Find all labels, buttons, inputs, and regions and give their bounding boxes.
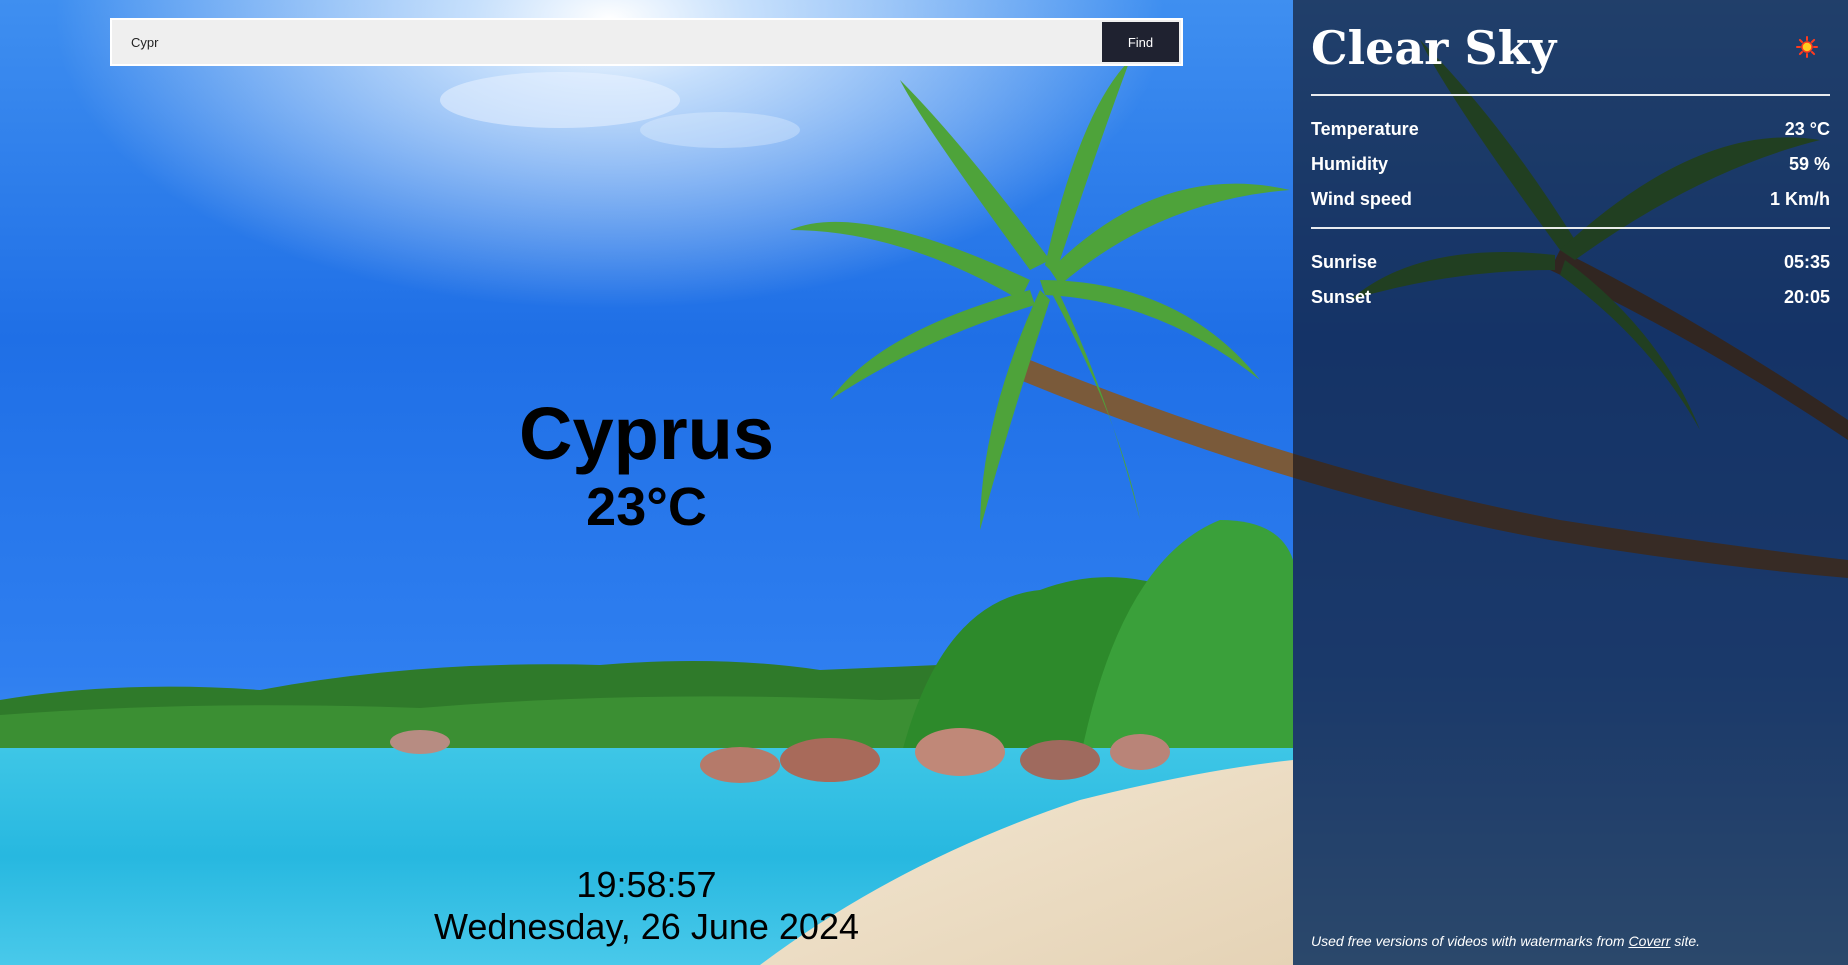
search-bar: Find xyxy=(110,18,1183,66)
sun-icon xyxy=(1796,36,1818,58)
city-name: Cyprus xyxy=(519,392,774,475)
stat-wind-speed: Wind speed 1 Km/h xyxy=(1311,182,1830,217)
stat-label: Humidity xyxy=(1311,154,1389,174)
stat-label: Sunrise xyxy=(1311,252,1378,272)
clock-time: 19:58:57 xyxy=(576,864,717,905)
stat-temperature: Temperature 23 °C xyxy=(1311,112,1830,147)
footnote-prefix: Used free versions of videos with waterm… xyxy=(1311,933,1629,949)
clock-date: Wednesday, 26 June 2024 xyxy=(434,906,859,947)
weather-details-panel: Clear Sky Temperature 23 °C Humidity 59 … xyxy=(1293,0,1848,965)
weather-stats: Temperature 23 °C Humidity 59 % Wind spe… xyxy=(1311,96,1830,229)
coverr-link[interactable]: Coverr xyxy=(1628,933,1670,949)
stat-value: 23 °C xyxy=(1784,119,1830,139)
clock: 19:58:57 Wednesday, 26 June 2024 xyxy=(0,864,1293,948)
panel-header: Clear Sky xyxy=(1311,0,1830,96)
weather-app: Find Cyprus 23°C 19:58:57 Wednesday, 26 … xyxy=(0,0,1848,965)
stat-label: Temperature xyxy=(1311,119,1419,139)
stat-value: 05:35 xyxy=(1783,252,1830,272)
find-button[interactable]: Find xyxy=(1102,22,1179,62)
stat-humidity: Humidity 59 % xyxy=(1311,147,1830,182)
stat-label: Wind speed xyxy=(1311,189,1412,209)
stat-value: 1 Km/h xyxy=(1769,189,1830,209)
weather-condition-title: Clear Sky xyxy=(1311,21,1557,75)
attribution-footnote: Used free versions of videos with waterm… xyxy=(1311,933,1700,949)
stat-value: 20:05 xyxy=(1783,287,1830,307)
sun-times: Sunrise 05:35 Sunset 20:05 xyxy=(1311,229,1830,325)
location-summary: Cyprus 23°C xyxy=(0,392,1293,538)
city-temperature: 23°C xyxy=(586,477,707,537)
stat-label: Sunset xyxy=(1311,287,1372,307)
stat-value: 59 % xyxy=(1788,154,1830,174)
stat-sunset: Sunset 20:05 xyxy=(1311,280,1830,315)
city-search-input[interactable] xyxy=(112,20,1102,64)
stat-sunrise: Sunrise 05:35 xyxy=(1311,245,1830,280)
footnote-suffix: site. xyxy=(1670,933,1701,949)
